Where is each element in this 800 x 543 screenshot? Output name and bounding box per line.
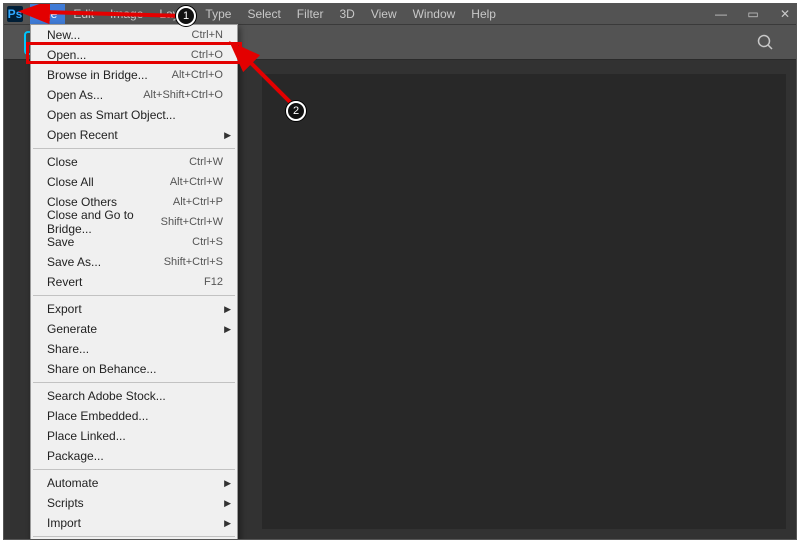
app-window: Ps FileEditImageLayerTypeSelectFilter3DV… xyxy=(3,3,797,540)
menu-item-shortcut: Shift+Ctrl+S xyxy=(164,256,223,268)
menu-item-shortcut: Ctrl+N xyxy=(192,29,223,41)
menu-type[interactable]: Type xyxy=(197,4,239,24)
window-controls: — ▭ ✕ xyxy=(714,4,792,24)
menu-item-shortcut: Alt+Ctrl+O xyxy=(172,69,223,81)
menu-separator xyxy=(33,295,235,296)
menu-item-shortcut: Alt+Ctrl+W xyxy=(170,176,223,188)
menu-item-label: Share... xyxy=(47,342,89,356)
menu-item-label: Generate xyxy=(47,322,97,336)
menu-item-open[interactable]: Open... Ctrl+O xyxy=(31,45,237,65)
menu-select[interactable]: Select xyxy=(239,4,288,24)
menu-filter[interactable]: Filter xyxy=(289,4,332,24)
chevron-right-icon: ▶ xyxy=(224,130,231,141)
minimize-button[interactable]: — xyxy=(714,7,728,21)
menu-item-browse-in-bridge[interactable]: Browse in Bridge... Alt+Ctrl+O xyxy=(31,65,237,85)
menu-view[interactable]: View xyxy=(363,4,405,24)
menu-item-label: Save As... xyxy=(47,255,101,269)
app-logo-icon: Ps xyxy=(6,5,24,23)
menu-item-label: Open Recent xyxy=(47,128,118,142)
menu-item-shortcut: Alt+Ctrl+P xyxy=(173,196,223,208)
menu-item-shortcut: Shift+Ctrl+W xyxy=(161,216,223,228)
menu-separator xyxy=(33,148,235,149)
annotation-badge-2: 2 xyxy=(286,101,306,121)
menu-item-label: Open As... xyxy=(47,88,103,102)
menu-item-share-on-behance[interactable]: Share on Behance... xyxy=(31,359,237,379)
chevron-right-icon: ▶ xyxy=(224,324,231,335)
menu-item-shortcut: Ctrl+O xyxy=(191,49,223,61)
menu-item-label: Open as Smart Object... xyxy=(47,108,176,122)
chevron-right-icon: ▶ xyxy=(224,304,231,315)
menu-separator xyxy=(33,469,235,470)
menu-item-label: Place Linked... xyxy=(47,429,126,443)
menu-edit[interactable]: Edit xyxy=(65,4,102,24)
menu-item-label: Place Embedded... xyxy=(47,409,148,423)
menu-item-label: Open... xyxy=(47,48,86,62)
menu-item-label: Browse in Bridge... xyxy=(47,68,148,82)
menu-item-close-and-go-to-bridge[interactable]: Close and Go to Bridge...Shift+Ctrl+W xyxy=(31,212,237,232)
menu-item-label: Share on Behance... xyxy=(47,362,156,376)
menu-item-search-adobe-stock[interactable]: Search Adobe Stock... xyxy=(31,386,237,406)
menu-window[interactable]: Window xyxy=(405,4,464,24)
chevron-right-icon: ▶ xyxy=(224,498,231,509)
menu-3d[interactable]: 3D xyxy=(331,4,362,24)
menu-item-label: Revert xyxy=(47,275,82,289)
menu-item-shortcut: Ctrl+S xyxy=(192,236,223,248)
menu-item-open-recent[interactable]: Open Recent ▶ xyxy=(31,125,237,145)
menu-item-label: Export xyxy=(47,302,82,316)
menu-item-revert[interactable]: Revert F12 xyxy=(31,272,237,292)
menu-item-label: Close Others xyxy=(47,195,117,209)
menu-item-place-embedded[interactable]: Place Embedded... xyxy=(31,406,237,426)
menu-item-label: Automate xyxy=(47,476,98,490)
search-icon[interactable] xyxy=(756,33,774,54)
menu-item-shortcut: Ctrl+W xyxy=(189,156,223,168)
annotation-badge-1: 1 xyxy=(176,6,196,26)
menu-item-close-all[interactable]: Close All Alt+Ctrl+W xyxy=(31,172,237,192)
menu-item-label: Package... xyxy=(47,449,104,463)
menu-item-label: Save xyxy=(47,235,74,249)
menu-item-label: Close All xyxy=(47,175,94,189)
menu-item-label: Close xyxy=(47,155,78,169)
file-menu-dropdown: New... Ctrl+N Open... Ctrl+O Browse in Bridg… xyxy=(30,24,238,540)
menu-file[interactable]: File xyxy=(30,4,65,24)
menu-item-open-as-smart-object[interactable]: Open as Smart Object... xyxy=(31,105,237,125)
menu-item-label: Scripts xyxy=(47,496,84,510)
menu-item-scripts[interactable]: Scripts ▶ xyxy=(31,493,237,513)
menu-help[interactable]: Help xyxy=(463,4,504,24)
menu-item-share[interactable]: Share... xyxy=(31,339,237,359)
menu-item-package[interactable]: Package... xyxy=(31,446,237,466)
menu-item-generate[interactable]: Generate ▶ xyxy=(31,319,237,339)
menu-item-automate[interactable]: Automate ▶ xyxy=(31,473,237,493)
menu-item-save[interactable]: Save Ctrl+S xyxy=(31,232,237,252)
menu-item-open-as[interactable]: Open As... Alt+Shift+Ctrl+O xyxy=(31,85,237,105)
svg-text:Ps: Ps xyxy=(8,7,23,21)
menu-item-label: Search Adobe Stock... xyxy=(47,389,166,403)
menu-item-close[interactable]: Close Ctrl+W xyxy=(31,152,237,172)
menu-item-import[interactable]: Import ▶ xyxy=(31,513,237,533)
menu-item-shortcut: Alt+Shift+Ctrl+O xyxy=(143,89,223,101)
menu-item-new[interactable]: New... Ctrl+N xyxy=(31,25,237,45)
menu-item-label: Import xyxy=(47,516,81,530)
menu-bar: Ps FileEditImageLayerTypeSelectFilter3DV… xyxy=(4,4,796,24)
menu-image[interactable]: Image xyxy=(102,4,151,24)
menu-separator xyxy=(33,382,235,383)
menu-item-label: New... xyxy=(47,28,80,42)
menu-separator xyxy=(33,536,235,537)
menu-item-place-linked[interactable]: Place Linked... xyxy=(31,426,237,446)
menu-item-save-as[interactable]: Save As... Shift+Ctrl+S xyxy=(31,252,237,272)
menu-item-export[interactable]: Export ▶ xyxy=(31,299,237,319)
menu-item-shortcut: F12 xyxy=(204,276,223,288)
document-area xyxy=(262,74,786,529)
chevron-right-icon: ▶ xyxy=(224,518,231,529)
close-button[interactable]: ✕ xyxy=(778,7,792,21)
chevron-right-icon: ▶ xyxy=(224,478,231,489)
maximize-button[interactable]: ▭ xyxy=(746,7,760,21)
